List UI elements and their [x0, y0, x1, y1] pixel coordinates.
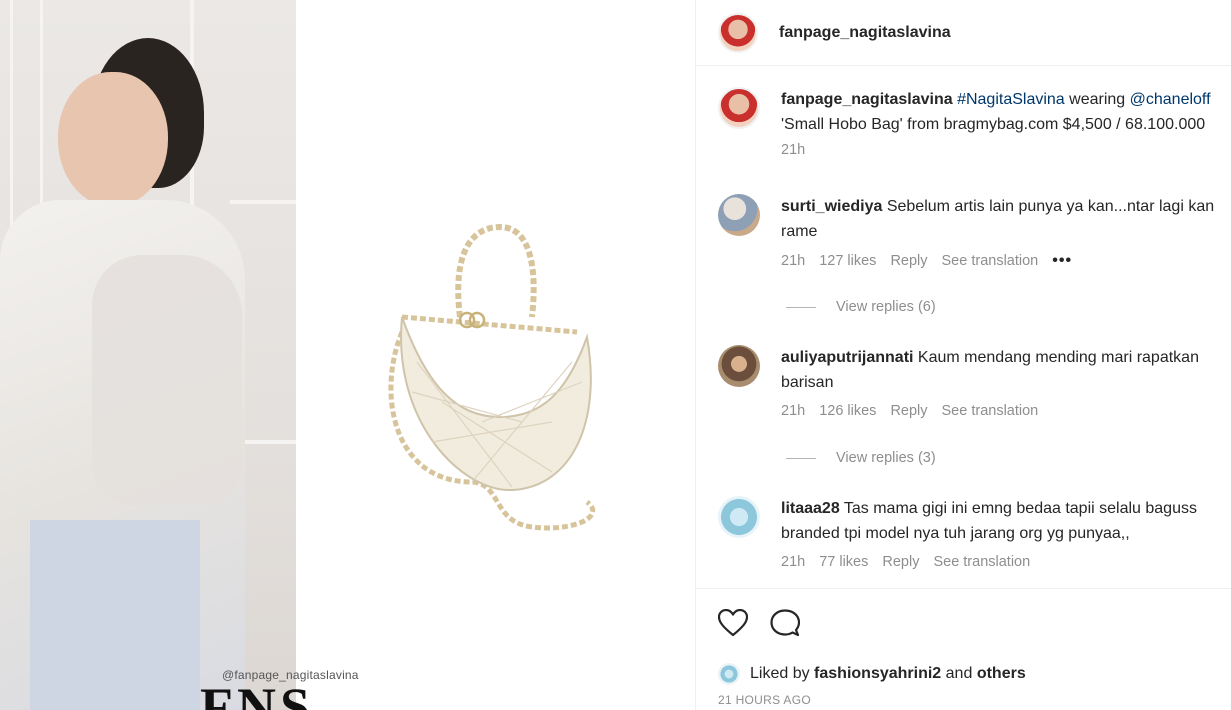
comment-item: litaaa28 Tas mama gigi ini emng bedaa ta… — [718, 496, 1231, 570]
comment-item: surti_wiediya Sebelum artis lain punya y… — [718, 194, 1231, 270]
comment-item: auliyaputrijannati Kaum mendang mending … — [718, 345, 1231, 419]
reply-button[interactable]: Reply — [890, 403, 927, 419]
handbag-image — [388, 223, 596, 531]
post-media[interactable]: @fanpage_nagitaslavina FNS — [0, 0, 695, 710]
comment-likes[interactable]: 126 likes — [819, 403, 876, 419]
commenter-avatar[interactable] — [718, 496, 760, 538]
comment-text: Kaum mendang mending mari rapatkan — [917, 349, 1199, 366]
reply-button[interactable]: Reply — [890, 253, 927, 269]
view-replies-button[interactable]: View replies (3) — [786, 450, 936, 466]
view-replies-button[interactable]: View replies (6) — [786, 299, 936, 315]
comment-time: 21h — [781, 554, 806, 570]
liked-by-user[interactable]: fashionsyahrini2 — [814, 665, 941, 683]
comment-likes[interactable]: 127 likes — [819, 253, 876, 269]
commenter-avatar[interactable] — [718, 345, 760, 387]
comment-time: 21h — [781, 253, 806, 269]
liked-by-prefix: Liked by — [750, 665, 810, 682]
liked-by: Liked by fashionsyahrini2 and others — [718, 663, 1026, 685]
liked-by-others[interactable]: others — [977, 665, 1026, 683]
comment-time: 21h — [781, 403, 806, 419]
comment-text-line-2: rame — [781, 223, 818, 240]
more-options-icon[interactable]: ••• — [1052, 252, 1072, 270]
liked-by-and: and — [945, 665, 973, 682]
commenter-username[interactable]: surti_wiediya — [781, 198, 882, 215]
comment-text: Sebelum artis lain punya ya kan...ntar l… — [886, 198, 1215, 215]
replies-divider — [786, 306, 816, 308]
author-avatar[interactable] — [718, 12, 758, 53]
caption-text-mid: wearing — [1064, 91, 1130, 108]
post-sidebar: fanpage_nagitaslavina fanpage_nagitaslav… — [695, 0, 1231, 710]
caption-text: fanpage_nagitaslavina #NagitaSlavina wea… — [781, 87, 1231, 112]
post-time: 21 HOURS AGO — [718, 693, 811, 707]
replies-divider — [786, 457, 816, 459]
action-bar — [718, 609, 800, 637]
see-translation-button[interactable]: See translation — [933, 554, 1030, 570]
caption-avatar[interactable] — [718, 87, 760, 129]
caption-time: 21h — [781, 142, 806, 158]
heart-icon[interactable] — [718, 609, 748, 637]
see-translation-button[interactable]: See translation — [942, 403, 1039, 419]
commenter-username[interactable]: litaaa28 — [781, 500, 840, 517]
author-username[interactable]: fanpage_nagitaslavina — [779, 24, 951, 42]
comment-text: Tas mama gigi ini emng bedaa tapii selal… — [843, 500, 1197, 517]
comment-likes[interactable]: 77 likes — [819, 554, 868, 570]
woman-photo — [0, 0, 296, 710]
caption-hashtag[interactable]: #NagitaSlavina — [957, 91, 1065, 108]
comment-text-line-2: barisan — [781, 374, 834, 391]
view-replies-label: View replies (3) — [836, 450, 936, 466]
liker-avatar[interactable] — [718, 663, 740, 685]
caption: fanpage_nagitaslavina #NagitaSlavina wea… — [718, 87, 1231, 158]
comment-text-line-2: branded tpi model nya tuh jarang org yg … — [781, 525, 1130, 542]
comments-list[interactable]: fanpage_nagitaslavina #NagitaSlavina wea… — [696, 66, 1231, 588]
view-replies-label: View replies (6) — [836, 299, 936, 315]
caption-line-2: 'Small Hobo Bag' from bragmybag.com $4,5… — [781, 116, 1206, 133]
post-footer: Liked by fashionsyahrini2 and others 21 … — [696, 588, 1231, 710]
brand-logo: FNS — [200, 677, 315, 710]
commenter-avatar[interactable] — [718, 194, 760, 236]
see-translation-button[interactable]: See translation — [942, 253, 1039, 269]
caption-username[interactable]: fanpage_nagitaslavina — [781, 91, 953, 108]
caption-mention[interactable]: @chaneloff — [1130, 91, 1211, 108]
comment-bubble-icon[interactable] — [770, 609, 800, 637]
post-header: fanpage_nagitaslavina — [696, 0, 1231, 66]
reply-button[interactable]: Reply — [882, 554, 919, 570]
commenter-username[interactable]: auliyaputrijannati — [781, 349, 913, 366]
